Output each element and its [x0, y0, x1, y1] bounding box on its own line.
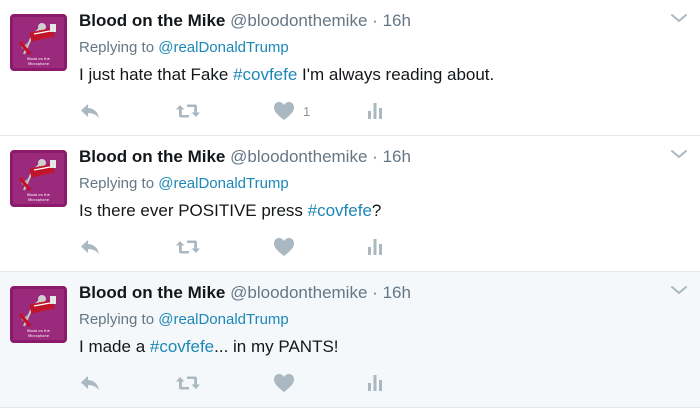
mention-link[interactable]: @realDonaldTrump [158, 39, 289, 56]
tweet-text-before: I made a [79, 337, 150, 356]
reply-arrow-icon [81, 240, 99, 254]
separator: · [372, 11, 378, 30]
separator: · [372, 147, 378, 166]
tweet[interactable]: Blood on the Microphone Blood on the Mik… [0, 136, 700, 272]
avatar[interactable]: Blood on the Microphone [10, 150, 67, 207]
replying-to: Replying to @realDonaldTrump [79, 174, 289, 194]
replying-prefix: Replying to [79, 311, 155, 328]
retweet-icon [176, 376, 200, 390]
replying-to: Replying to @realDonaldTrump [79, 38, 289, 58]
tweet-actions [79, 236, 409, 258]
heart-icon [274, 238, 294, 256]
display-name[interactable]: Blood on the Mike [79, 11, 225, 30]
like-button[interactable] [273, 236, 303, 258]
like-button[interactable]: 1 [273, 100, 310, 122]
retweet-button[interactable] [175, 100, 201, 122]
tweet-text: I just hate that Fake #covfefe I'm alway… [79, 64, 494, 86]
chevron-down-icon[interactable] [670, 12, 688, 24]
analytics-button[interactable] [367, 372, 383, 394]
avatar-caption-line2: Microphone [28, 198, 50, 202]
retweet-icon [176, 240, 200, 254]
tweet[interactable]: Blood on the Microphone Blood on the Mik… [0, 272, 700, 408]
hashtag-link[interactable]: #covfefe [308, 201, 372, 220]
tweet[interactable]: Blood on the Microphone Blood on the Mik… [0, 0, 700, 136]
retweet-button[interactable] [175, 236, 201, 258]
reply-button[interactable] [79, 236, 101, 258]
tweet-header: Blood on the Mike @bloodonthemike · 16h [79, 146, 411, 168]
tweet-actions [79, 372, 409, 394]
hashtag-link[interactable]: #covfefe [150, 337, 214, 356]
timestamp[interactable]: 16h [383, 283, 411, 302]
like-button[interactable] [273, 372, 303, 394]
tweet-text-before: I just hate that Fake [79, 65, 234, 84]
tweet-feed: Blood on the Microphone Blood on the Mik… [0, 0, 700, 408]
tweet-text-after: I'm always reading about. [297, 65, 495, 84]
tweet-text: Is there ever POSITIVE press #covfefe? [79, 200, 381, 222]
avatar-caption-line2: Microphone [28, 334, 50, 338]
analytics-bars-icon [368, 103, 382, 119]
reply-arrow-icon [81, 376, 99, 390]
avatar-caption-line1: Blood on the [27, 329, 51, 333]
avatar-caption-line1: Blood on the [27, 57, 51, 61]
reply-button[interactable] [79, 372, 101, 394]
tweet-text-before: Is there ever POSITIVE press [79, 201, 308, 220]
tweet-text: I made a #covfefe... in my PANTS! [79, 336, 339, 358]
reply-arrow-icon [81, 104, 99, 118]
tweet-text-after: ? [371, 201, 382, 220]
heart-icon [274, 374, 294, 392]
avatar-caption-line1: Blood on the [27, 193, 51, 197]
username[interactable]: @bloodonthemike [230, 147, 367, 166]
chevron-down-icon[interactable] [670, 284, 688, 296]
tweet-header: Blood on the Mike @bloodonthemike · 16h [79, 10, 411, 32]
hashtag-link[interactable]: #covfefe [233, 65, 297, 84]
mention-link[interactable]: @realDonaldTrump [158, 175, 289, 192]
analytics-bars-icon [368, 375, 382, 391]
display-name[interactable]: Blood on the Mike [79, 147, 225, 166]
analytics-button[interactable] [367, 100, 383, 122]
retweet-icon [176, 104, 200, 118]
tweet-actions: 1 [79, 100, 409, 122]
replying-prefix: Replying to [79, 39, 155, 56]
avatar[interactable]: Blood on the Microphone [10, 14, 67, 71]
avatar[interactable]: Blood on the Microphone [10, 286, 67, 343]
timestamp[interactable]: 16h [383, 11, 411, 30]
like-count: 1 [303, 103, 311, 119]
display-name[interactable]: Blood on the Mike [79, 283, 225, 302]
separator: · [372, 283, 378, 302]
username[interactable]: @bloodonthemike [230, 283, 367, 302]
chevron-down-icon[interactable] [670, 148, 688, 160]
username[interactable]: @bloodonthemike [230, 11, 367, 30]
reply-button[interactable] [79, 100, 101, 122]
replying-prefix: Replying to [79, 175, 155, 192]
analytics-button[interactable] [367, 236, 383, 258]
mention-link[interactable]: @realDonaldTrump [158, 311, 289, 328]
replying-to: Replying to @realDonaldTrump [79, 310, 289, 330]
heart-icon [274, 102, 294, 120]
analytics-bars-icon [368, 239, 382, 255]
retweet-button[interactable] [175, 372, 201, 394]
tweet-text-after: ... in my PANTS! [214, 337, 339, 356]
timestamp[interactable]: 16h [383, 147, 411, 166]
tweet-header: Blood on the Mike @bloodonthemike · 16h [79, 282, 411, 304]
avatar-caption-line2: Microphone [28, 62, 50, 66]
